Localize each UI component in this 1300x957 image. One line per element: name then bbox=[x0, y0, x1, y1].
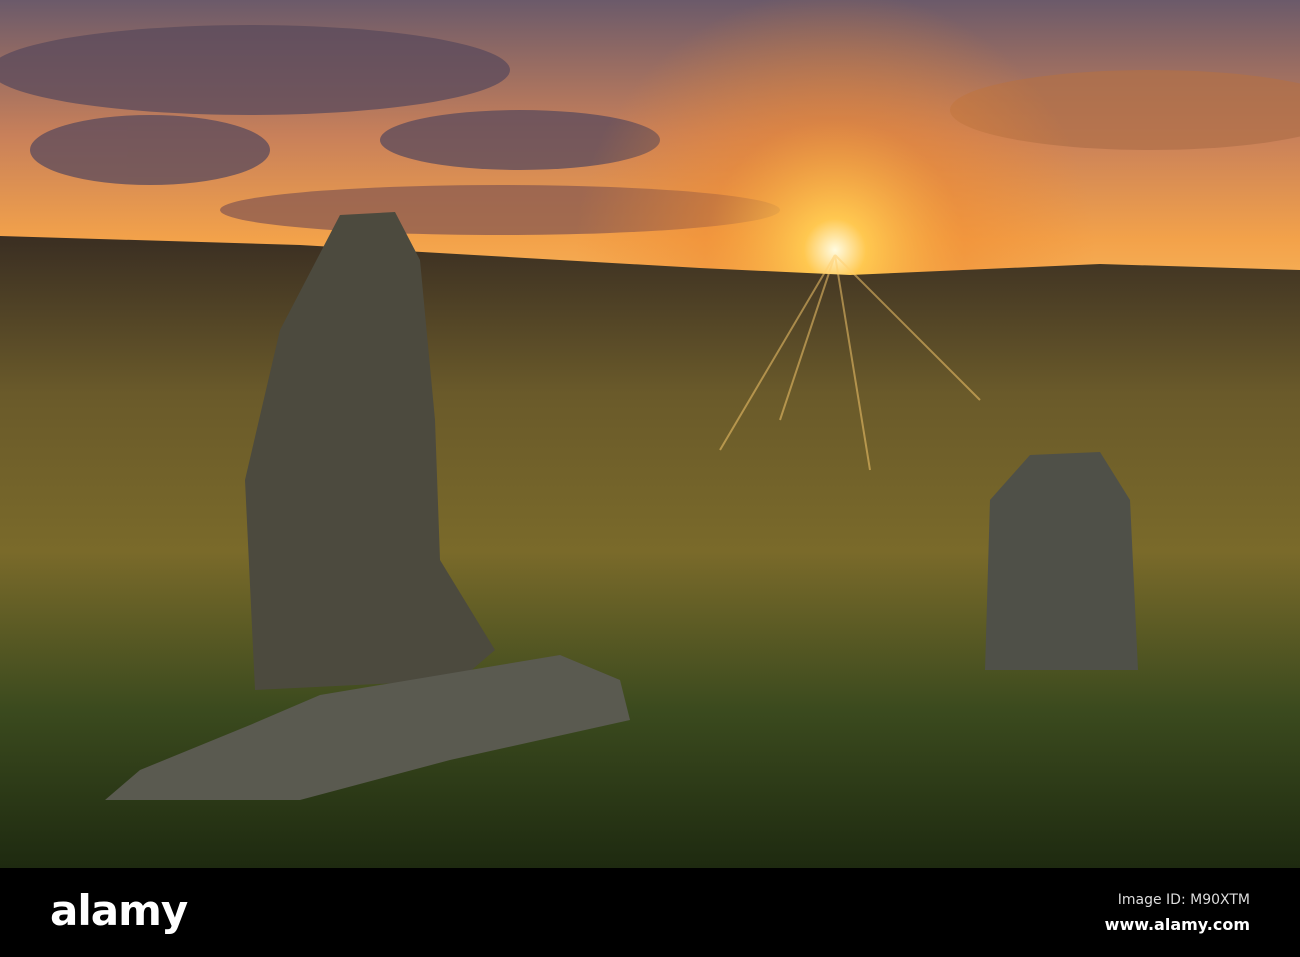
site-url: www.alamy.com bbox=[1104, 915, 1250, 934]
photo bbox=[0, 0, 1300, 868]
alamy-logo: alamy bbox=[50, 886, 188, 935]
image-id: Image ID: M90XTM bbox=[1117, 892, 1250, 908]
right-standing-stone bbox=[985, 452, 1138, 670]
footer-bar bbox=[0, 868, 1300, 957]
